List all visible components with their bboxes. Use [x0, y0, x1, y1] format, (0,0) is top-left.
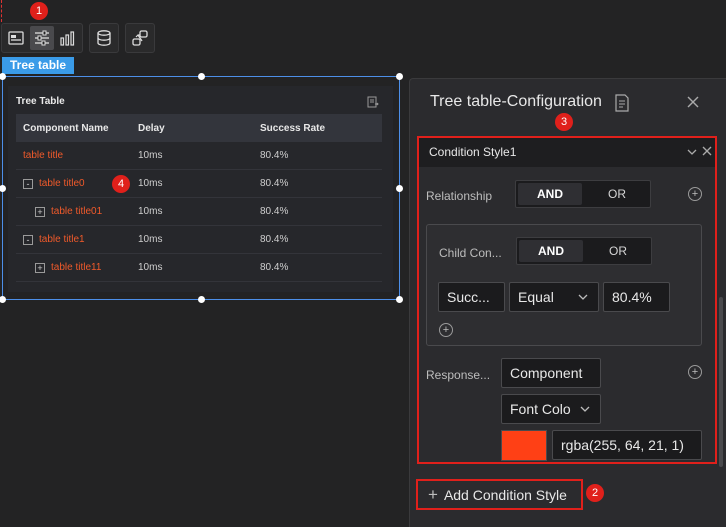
row-name: table title0	[39, 178, 85, 189]
document-icon[interactable]	[614, 94, 630, 112]
resize-handle-tr[interactable]	[396, 73, 403, 80]
column-header[interactable]: Success Rate	[260, 123, 382, 134]
step-marker-1: 1	[30, 2, 48, 20]
bar-chart-icon[interactable]	[56, 26, 80, 50]
plus-icon: +	[428, 485, 438, 504]
resize-handle-b[interactable]	[198, 296, 205, 303]
row-delay: 10ms	[138, 262, 163, 273]
step-marker-3: 3	[555, 113, 573, 131]
column-header[interactable]: Component Name	[16, 123, 138, 134]
table-header-row: Component Name Delay Success Rate	[16, 114, 382, 142]
resize-handle-t[interactable]	[198, 73, 205, 80]
tree-table-title: Tree Table	[16, 96, 65, 107]
row-name: table title	[23, 150, 64, 161]
row-delay: 10ms	[138, 178, 163, 189]
collapse-icon[interactable]: -	[23, 178, 33, 189]
expand-icon[interactable]: +	[35, 262, 45, 273]
row-delay: 10ms	[138, 234, 163, 245]
panel-scrollbar[interactable]	[719, 297, 723, 467]
column-header[interactable]: Delay	[138, 123, 260, 134]
table-row[interactable]: - table title1 10ms 80.4%	[16, 226, 382, 254]
row-rate: 80.4%	[260, 178, 289, 189]
tree-table: Component Name Delay Success Rate table …	[16, 114, 382, 282]
row-delay: 10ms	[138, 206, 163, 217]
row-rate: 80.4%	[260, 262, 289, 273]
resize-handle-br[interactable]	[396, 296, 403, 303]
step-marker-2: 2	[586, 484, 604, 502]
collapse-icon[interactable]: -	[23, 234, 33, 245]
table-row[interactable]: table title 10ms 80.4%	[16, 142, 382, 170]
tree-table-card: Tree Table Component Name Delay Success …	[8, 86, 393, 292]
component-tag: Tree table	[2, 57, 75, 74]
resize-handle-bl[interactable]	[0, 296, 6, 303]
table-row[interactable]: - table title0 10ms 80.4%	[16, 170, 382, 198]
panel-title: Tree table-Configuration	[430, 93, 602, 110]
database-icon[interactable]	[89, 23, 119, 53]
row-name: table title11	[51, 262, 102, 273]
image-icon[interactable]	[4, 26, 28, 50]
toolbar	[1, 23, 155, 53]
row-name: table title1	[39, 234, 85, 245]
row-rate: 80.4%	[260, 206, 289, 217]
close-icon[interactable]	[686, 95, 700, 109]
condition-highlight	[417, 136, 717, 464]
row-delay: 10ms	[138, 150, 163, 161]
step-marker-4: 4	[112, 175, 130, 193]
link-icon[interactable]	[125, 23, 155, 53]
add-condition-label: Add Condition Style	[443, 486, 567, 503]
row-rate: 80.4%	[260, 150, 289, 161]
table-row[interactable]: + table title01 10ms 80.4%	[16, 198, 382, 226]
view-toggle-group	[1, 23, 83, 53]
guide-line	[1, 0, 2, 22]
export-icon[interactable]	[367, 96, 379, 108]
sliders-icon[interactable]	[30, 26, 54, 50]
row-name: table title01	[51, 206, 103, 217]
add-condition-style-button[interactable]: + Add Condition Style	[416, 479, 583, 510]
expand-icon[interactable]: +	[35, 206, 45, 217]
resize-handle-r[interactable]	[396, 185, 403, 192]
table-row[interactable]: + table title11 10ms 80.4%	[16, 254, 382, 282]
row-rate: 80.4%	[260, 234, 289, 245]
